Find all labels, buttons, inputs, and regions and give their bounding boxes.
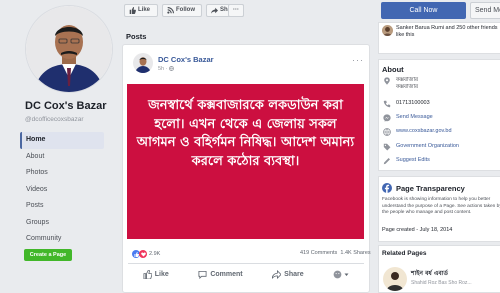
address-line-1: কক্সবাজার	[396, 77, 419, 83]
facebook-icon	[382, 183, 392, 193]
create-page-button[interactable]: Create a Page	[24, 249, 72, 261]
thumbs-up-icon	[129, 7, 136, 14]
page-created-date: Page created - July 18, 2014	[382, 227, 453, 233]
like-page-label: Like	[138, 7, 151, 13]
like-post-button[interactable]: Like	[143, 269, 169, 279]
friends-like-text[interactable]: Sanker Barua Rumi and 250 other friends …	[396, 25, 500, 39]
comment-button[interactable]: Comment	[198, 270, 243, 279]
rss-icon	[167, 7, 174, 14]
post-image[interactable]: জনস্বার্থে কক্সবাজারকে লকডাউন করা হলো। এ…	[127, 84, 364, 239]
share-post-button[interactable]: Share	[272, 269, 304, 279]
share-arrow-icon	[211, 7, 218, 14]
thumbs-up-icon	[143, 269, 152, 279]
category-row: Government Organization	[383, 143, 459, 151]
tag-icon	[383, 143, 391, 151]
messenger-icon	[383, 114, 391, 122]
page-name: DC Cox's Bazar	[25, 100, 107, 112]
website-link[interactable]: www.coxsbazar.gov.bd	[396, 128, 452, 135]
nav-item-groups[interactable]: Groups	[20, 215, 104, 232]
nav-item-community[interactable]: Community	[20, 231, 104, 248]
post-action-bar: Like Comment Share	[128, 266, 364, 282]
globe-icon	[169, 66, 174, 71]
more-options-button[interactable]: ···	[228, 4, 244, 17]
address-row: কক্সবাজার কক্সবাজার	[383, 77, 418, 91]
phone-number[interactable]: 01713100003	[396, 100, 430, 107]
suggest-edits-link[interactable]: Suggest Edits	[396, 157, 430, 164]
phone-row: 01713100003	[383, 100, 430, 108]
chevron-down-icon	[344, 273, 349, 276]
nav-item-photos[interactable]: Photos	[20, 165, 104, 182]
address-line-2: কক্সবাজার	[396, 84, 419, 90]
share-arrow-icon	[272, 269, 282, 279]
like-page-button[interactable]: Like	[124, 4, 158, 17]
page-handle[interactable]: @dcofficecoxsbazar	[25, 116, 84, 123]
page-nav: Home About Photos Videos Posts Groups Co…	[20, 132, 104, 248]
follow-button[interactable]: Follow	[162, 4, 202, 17]
post-time-text: 5h ·	[158, 66, 168, 72]
about-title: About	[382, 65, 404, 74]
nav-item-posts[interactable]: Posts	[20, 198, 104, 215]
posts-section-title: Posts	[126, 32, 147, 41]
suggest-edits-row[interactable]: Suggest Edits	[383, 157, 430, 165]
engagement-counts: 419 Comments 1.4K Shares	[300, 250, 371, 256]
send-message-button[interactable]: Send Me	[470, 2, 500, 19]
send-message-link[interactable]: Send Message	[396, 114, 433, 121]
love-reaction-icon	[139, 250, 147, 258]
related-page-subtitle: Shahid Roz Bas Sho Roz...	[411, 280, 472, 286]
share-post-label: Share	[284, 270, 304, 278]
pencil-icon	[383, 158, 390, 165]
reactions-count: 2.9K	[149, 251, 161, 257]
nav-item-about[interactable]: About	[20, 149, 104, 166]
post-author-avatar[interactable]	[133, 53, 153, 73]
related-page-avatar[interactable]	[383, 267, 407, 291]
nav-item-home[interactable]: Home	[20, 132, 104, 149]
globe-icon	[383, 128, 391, 136]
audience-selector[interactable]	[333, 270, 349, 279]
location-pin-icon	[384, 77, 390, 85]
post-image-text: জনস্বার্থে কক্সবাজারকে লকডাউন করা হলো। এ…	[136, 98, 355, 169]
post-divider	[128, 263, 364, 264]
transparency-description: Facebook is showing information to help …	[382, 197, 500, 215]
messenger-row[interactable]: Send Message	[383, 114, 433, 122]
comment-icon	[198, 270, 207, 279]
reactions-summary[interactable]: 2.9K	[132, 249, 160, 259]
page-profile-photo[interactable]	[26, 6, 112, 92]
post-options-button[interactable]: ···	[352, 55, 364, 65]
page-action-bar: Like Follow Share ···	[122, 0, 370, 20]
related-page-name[interactable]: শাইন বর্ধ এবার্ড	[411, 268, 448, 279]
nav-item-videos[interactable]: Videos	[20, 182, 104, 199]
website-row: www.coxsbazar.gov.bd	[383, 128, 452, 136]
post-timestamp[interactable]: 5h ·	[158, 66, 174, 72]
comments-count[interactable]: 419 Comments	[300, 250, 337, 256]
post-author-name[interactable]: DC Cox's Bazar	[158, 55, 214, 64]
friend-avatar[interactable]	[382, 25, 393, 36]
related-pages-title: Related Pages	[382, 250, 427, 257]
phone-icon	[383, 100, 391, 108]
category-link[interactable]: Government Organization	[396, 143, 459, 150]
call-now-button[interactable]: Call Now	[381, 2, 466, 19]
like-post-label: Like	[154, 270, 169, 278]
shares-count[interactable]: 1.4K Shares	[340, 250, 370, 256]
face-icon	[333, 270, 342, 278]
transparency-title[interactable]: Page Transparency	[396, 184, 465, 193]
follow-label: Follow	[176, 7, 195, 13]
comment-label: Comment	[210, 270, 243, 278]
